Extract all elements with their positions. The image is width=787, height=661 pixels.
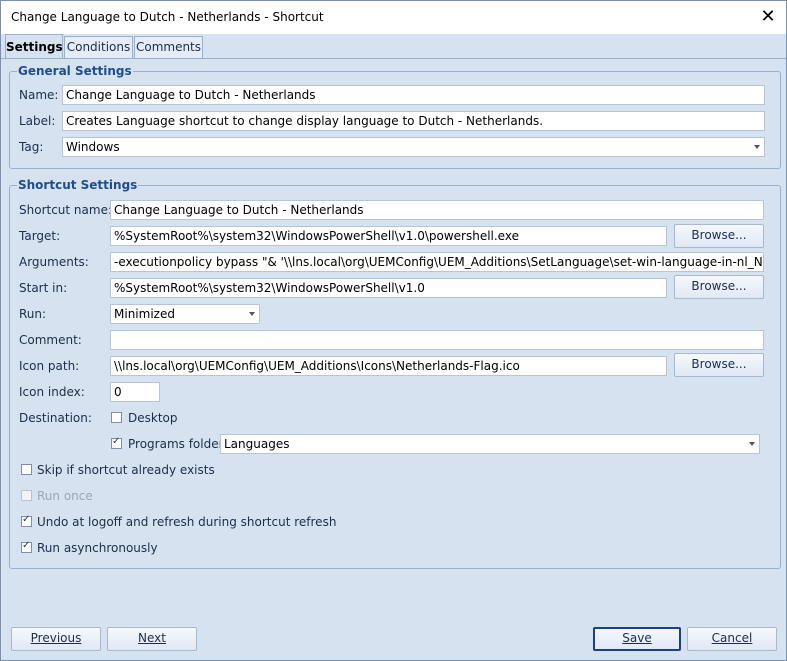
previous-button[interactable]: Previous <box>11 627 101 651</box>
next-label: Next <box>138 631 166 645</box>
start-in-browse-button[interactable]: Browse... <box>674 275 764 299</box>
run-async-label: Run asynchronously <box>37 541 158 555</box>
start-in-input[interactable]: %SystemRoot%\system32\WindowsPowerShell\… <box>110 278 667 298</box>
icon-path-label: Icon path: <box>19 359 80 373</box>
run-once-label: Run once <box>37 489 93 503</box>
run-async-checkbox[interactable] <box>21 540 32 553</box>
window-title: Change Language to Dutch - Netherlands -… <box>11 10 324 24</box>
icon-index-input[interactable]: 0 <box>110 382 160 402</box>
name-input[interactable]: Change Language to Dutch - Netherlands <box>62 85 765 105</box>
arguments-input[interactable]: -executionpolicy bypass "& '\\lns.local\… <box>110 252 764 272</box>
previous-label: Previous <box>30 631 82 645</box>
comment-input[interactable] <box>110 330 764 350</box>
target-label: Target: <box>19 229 61 243</box>
icon-index-label: Icon index: <box>19 385 85 399</box>
save-label: Save <box>622 631 652 645</box>
label-input[interactable]: Creates Language shortcut to change disp… <box>62 111 765 131</box>
shortcut-name-input[interactable]: Change Language to Dutch - Netherlands <box>110 200 764 220</box>
run-once-checkbox[interactable] <box>21 490 32 501</box>
programs-folder-select[interactable]: Languages <box>220 434 760 454</box>
general-settings-title: General Settings <box>17 64 133 78</box>
tag-select-value: Windows <box>66 140 120 154</box>
undo-at-logoff-checkbox[interactable] <box>21 514 32 527</box>
target-input[interactable]: %SystemRoot%\system32\WindowsPowerShell\… <box>110 226 667 246</box>
label-label: Label: <box>19 114 56 128</box>
programs-folder-checkbox[interactable] <box>111 436 122 449</box>
programs-folder-value: Languages <box>224 437 290 451</box>
tab-conditions[interactable]: Conditions <box>64 36 133 58</box>
tab-strip: Settings Conditions Comments <box>1 34 786 59</box>
skip-existing-label: Skip if shortcut already exists <box>37 463 215 477</box>
run-select[interactable]: Minimized <box>110 304 260 324</box>
run-select-value: Minimized <box>114 307 175 321</box>
icon-path-browse-button[interactable]: Browse... <box>674 353 764 377</box>
chevron-down-icon <box>249 312 255 316</box>
desktop-label: Desktop <box>128 411 178 425</box>
tag-select[interactable]: Windows <box>62 137 765 157</box>
tag-label: Tag: <box>19 140 44 154</box>
tab-comments[interactable]: Comments <box>134 36 203 58</box>
programs-folder-label: Programs folder <box>128 437 224 451</box>
run-label: Run: <box>19 307 47 321</box>
icon-path-input[interactable]: \\lns.local\org\UEMConfig\UEM_Additions\… <box>110 356 667 376</box>
arguments-label: Arguments: <box>19 255 89 269</box>
tab-divider <box>1 58 786 59</box>
target-browse-button[interactable]: Browse... <box>674 224 764 248</box>
tab-settings[interactable]: Settings <box>5 34 63 59</box>
desktop-checkbox[interactable] <box>111 412 122 423</box>
save-button[interactable]: Save <box>593 627 681 651</box>
start-in-label: Start in: <box>19 281 68 295</box>
chevron-down-icon <box>749 442 755 446</box>
chevron-down-icon <box>754 145 760 149</box>
cancel-button[interactable]: Cancel <box>687 627 777 651</box>
next-button[interactable]: Next <box>107 627 197 651</box>
shortcut-settings-title: Shortcut Settings <box>17 178 139 192</box>
comment-label: Comment: <box>19 333 82 347</box>
shortcut-name-label: Shortcut name: <box>19 203 112 217</box>
cancel-label: Cancel <box>711 631 753 645</box>
destination-label: Destination: <box>19 411 92 425</box>
dialog-window: Change Language to Dutch - Netherlands -… <box>0 0 787 661</box>
close-icon[interactable]: ✕ <box>756 5 780 29</box>
name-label: Name: <box>19 88 59 102</box>
title-bar: Change Language to Dutch - Netherlands -… <box>1 1 786 34</box>
undo-at-logoff-label: Undo at logoff and refresh during shortc… <box>37 515 337 529</box>
skip-existing-checkbox[interactable] <box>21 464 32 475</box>
